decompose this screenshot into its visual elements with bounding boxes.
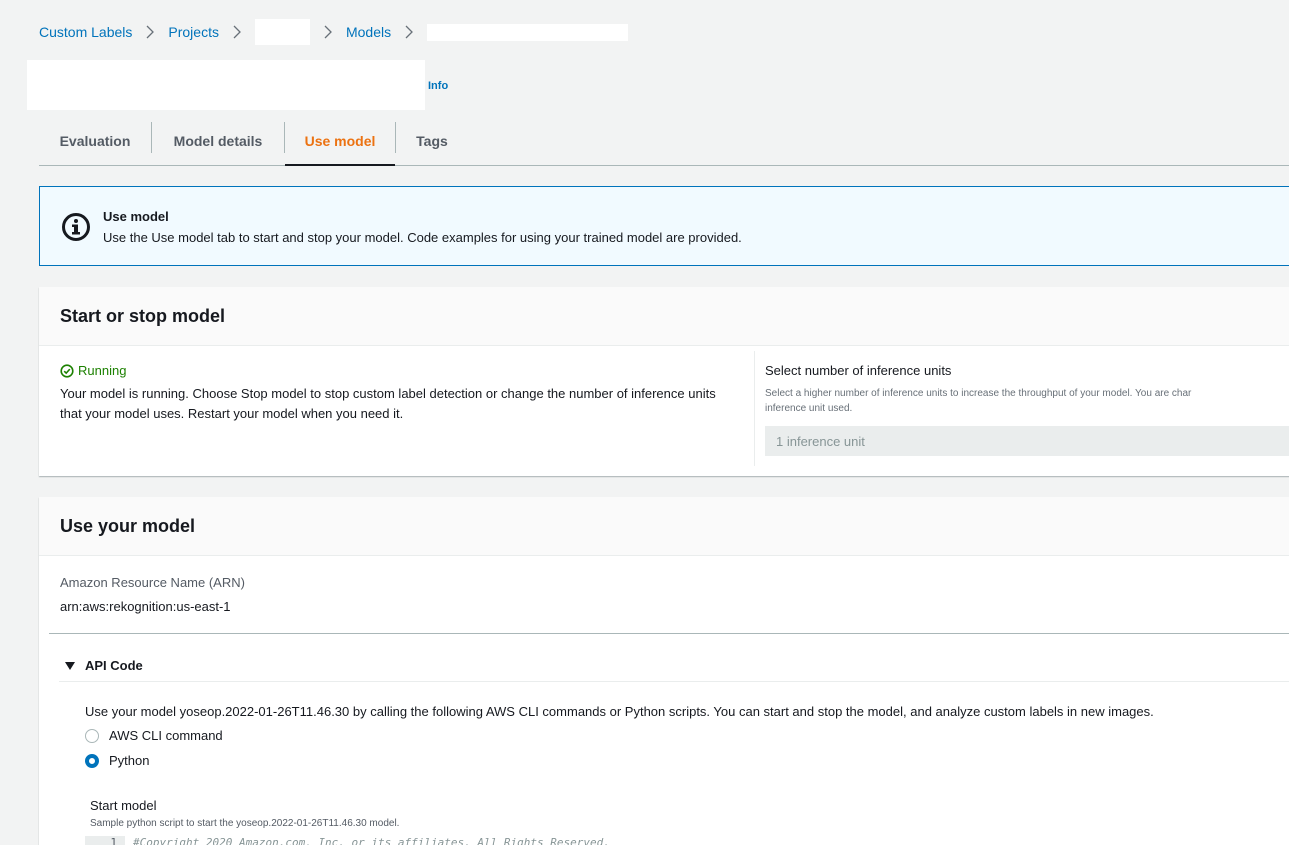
check-circle-icon	[60, 363, 74, 378]
start-stop-panel: Start or stop model Running Your model i…	[39, 287, 1289, 476]
chevron-right-icon	[231, 25, 243, 39]
radio-button-checked[interactable]	[85, 753, 99, 768]
model-status-section: Running Your model is running. Choose St…	[60, 363, 740, 424]
start-stop-title: Start or stop model	[39, 287, 1289, 346]
caret-down-icon	[65, 661, 75, 670]
column-divider	[754, 351, 755, 466]
info-icon	[62, 213, 90, 241]
breadcrumb-project-redacted[interactable]	[254, 19, 310, 45]
tab-tags[interactable]: Tags	[396, 116, 468, 165]
tab-use-model[interactable]: Use model	[285, 116, 395, 166]
breadcrumb-model-redacted	[427, 23, 629, 41]
code-block: 1 #Copyright 2020 Amazon.com, Inc. or it…	[85, 836, 610, 845]
line-number: 1	[85, 836, 125, 845]
radio-button[interactable]	[85, 728, 99, 743]
alert-title: Use model	[103, 209, 169, 224]
info-alert: Use model Use the Use model tab to start…	[39, 186, 1289, 266]
code-text: #Copyright 2020 Amazon.com, Inc. or its …	[133, 836, 610, 845]
api-code-label: API Code	[85, 658, 143, 673]
status-text: Running	[78, 363, 127, 378]
use-model-panel: Use your model Amazon Resource Name (ARN…	[39, 497, 1289, 845]
chevron-right-icon	[322, 25, 334, 39]
start-model-description: Sample python script to start the yoseop…	[90, 818, 400, 829]
status-description: Your model is running. Choose Stop model…	[60, 386, 716, 421]
radio-label: Python	[109, 753, 150, 768]
radio-python[interactable]: Python	[85, 753, 149, 768]
inference-units-description: Select a higher number of inference unit…	[765, 388, 1192, 399]
info-link[interactable]: Info	[428, 80, 448, 92]
start-model-title: Start model	[90, 798, 157, 813]
breadcrumb: Custom Labels Projects Models	[39, 19, 629, 45]
arn-label: Amazon Resource Name (ARN)	[60, 575, 245, 590]
inference-units-description-2: inference unit used.	[765, 403, 853, 414]
api-code-toggle[interactable]: API Code	[65, 658, 143, 673]
divider	[49, 633, 1289, 634]
tab-model-details[interactable]: Model details	[152, 116, 284, 165]
inference-units-select[interactable]: 1 inference unit	[765, 426, 1289, 456]
alert-text: Use the Use model tab to start and stop …	[103, 230, 742, 245]
tab-bar: Evaluation Model details Use model Tags	[39, 116, 1289, 166]
divider	[59, 681, 1289, 682]
status-indicator: Running	[60, 363, 740, 378]
breadcrumb-custom-labels[interactable]: Custom Labels	[39, 24, 132, 40]
page-title	[27, 60, 425, 110]
breadcrumb-projects[interactable]: Projects	[168, 24, 219, 40]
inference-units-label: Select number of inference units	[765, 363, 952, 378]
api-code-description: Use your model yoseop.2022-01-26T11.46.3…	[85, 704, 1154, 719]
tab-evaluation[interactable]: Evaluation	[39, 116, 151, 165]
use-model-title: Use your model	[39, 497, 1289, 556]
radio-aws-cli[interactable]: AWS CLI command	[85, 728, 223, 743]
chevron-right-icon	[403, 25, 415, 39]
inference-units-section: Select number of inference units Select …	[765, 363, 1289, 456]
chevron-right-icon	[144, 25, 156, 39]
breadcrumb-models[interactable]: Models	[346, 24, 391, 40]
radio-label: AWS CLI command	[109, 728, 223, 743]
arn-value: arn:aws:rekognition:us-east-1	[60, 599, 231, 614]
